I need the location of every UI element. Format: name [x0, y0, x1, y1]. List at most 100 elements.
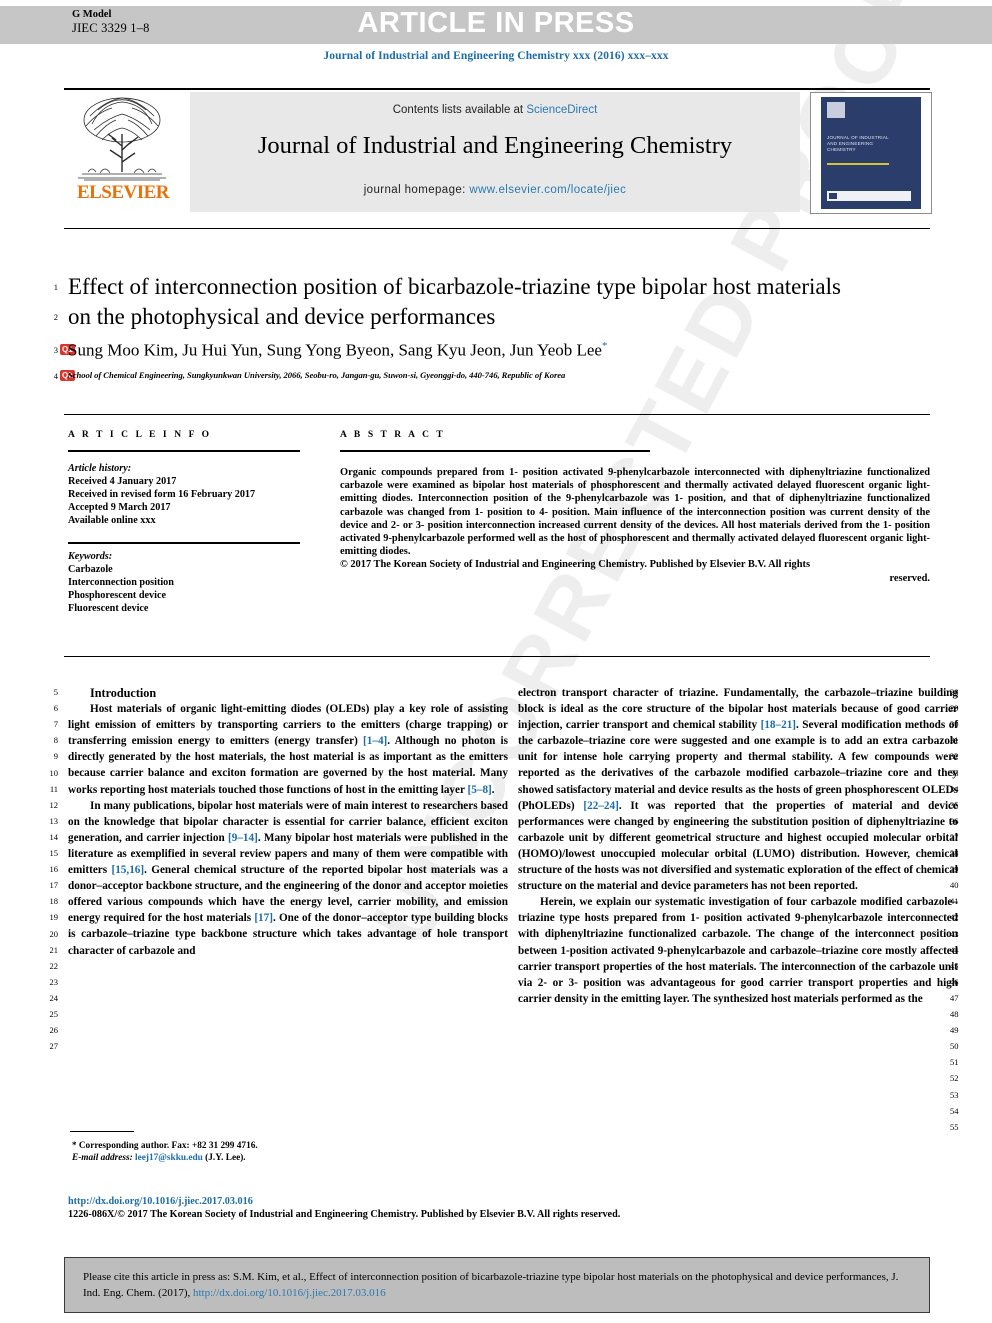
line-number: 36: [950, 815, 959, 826]
citation-ref[interactable]: [18–21]: [761, 719, 796, 731]
line-number: 39: [950, 864, 959, 875]
line-number: 15: [49, 848, 59, 858]
line-number: 35: [950, 799, 959, 810]
cite-doi-link[interactable]: http://dx.doi.org/10.1016/j.jiec.2017.03…: [193, 1287, 386, 1299]
line-number: 11: [49, 783, 58, 794]
elsevier-tree-icon: [78, 97, 166, 181]
line-number: 6: [53, 703, 58, 714]
line-number: 12: [49, 799, 59, 810]
corresponding-author-text: Corresponding author. Fax: +82 31 299 47…: [78, 1141, 258, 1151]
section-heading-introduction: Introduction: [90, 686, 157, 700]
abstract-rule: [340, 450, 650, 452]
line-number: 46: [950, 976, 959, 987]
abstract-heading: A B S T R A C T: [340, 430, 446, 440]
line-number: 29: [950, 703, 959, 714]
elsevier-wordmark: ELSEVIER: [76, 182, 170, 203]
article-history-label: Article history:: [68, 463, 132, 474]
line-number: 27: [49, 1041, 59, 1052]
email-note: E-mail address: leej17@skku.edu (J.Y. Le…: [72, 1152, 502, 1164]
body-column-right: electron transport character of triazine…: [518, 685, 958, 1007]
line-number: 10: [49, 767, 59, 778]
citation-ref[interactable]: [17]: [254, 912, 273, 924]
article-info-heading: A R T I C L E I N F O: [68, 430, 212, 440]
doi-link[interactable]: http://dx.doi.org/10.1016/j.jiec.2017.03…: [68, 1196, 253, 1207]
copyright-reserved: reserved.: [889, 572, 931, 584]
keyword-item: Fluorescent device: [68, 603, 149, 614]
abstract-bottom-rule: [64, 656, 930, 657]
line-number: 2: [53, 312, 58, 322]
cite-text: Please cite this article in press as: S.…: [83, 1269, 911, 1301]
line-number: 3: [53, 345, 58, 355]
line-number: 9: [53, 751, 58, 762]
line-number: 20: [49, 928, 59, 939]
line-number: 21: [49, 944, 59, 955]
line-number: 43: [950, 928, 959, 939]
cover-society-logo: [827, 191, 911, 201]
line-number: 7: [53, 719, 58, 730]
elsevier-logo: ELSEVIER: [64, 92, 182, 212]
citation-ref[interactable]: [5–8]: [468, 784, 492, 796]
line-number: 19: [49, 912, 59, 923]
homepage-url-link[interactable]: www.elsevier.com/locate/jiec: [469, 184, 626, 196]
contents-lists-line: Contents lists available at ScienceDirec…: [190, 104, 800, 116]
history-item: Received in revised form 16 February 201…: [68, 489, 256, 500]
history-item: Available online xxx: [68, 515, 156, 526]
email-owner: (J.Y. Lee).: [205, 1153, 246, 1164]
line-number: 31: [950, 735, 959, 746]
keyword-item: Interconnection position: [68, 577, 174, 588]
email-label: E-mail address:: [72, 1153, 133, 1164]
email-link[interactable]: leej17@skku.edu: [135, 1153, 203, 1163]
masthead-top-rule: [64, 88, 930, 90]
author-list: Sung Moo Kim, Ju Hui Yun, Sung Yong Byeo…: [68, 340, 868, 361]
line-number: 55: [950, 1121, 959, 1132]
footnote-block: * Corresponding author. Fax: +82 31 299 …: [72, 1139, 502, 1164]
corresponding-author-note: * Corresponding author. Fax: +82 31 299 …: [72, 1139, 502, 1152]
line-number: 17: [49, 880, 59, 891]
line-number: 52: [950, 1073, 959, 1084]
abstract-text: Organic compounds prepared from 1- posit…: [340, 467, 930, 558]
line-number: 40: [950, 880, 959, 891]
line-number: 49: [950, 1025, 959, 1036]
citation-ref[interactable]: [9–14]: [228, 832, 258, 844]
article-info-rule: [68, 450, 300, 452]
citation-ref[interactable]: [15,16]: [111, 864, 144, 876]
line-number: 25: [49, 1009, 59, 1019]
abstract-body: Organic compounds prepared from 1- posit…: [340, 466, 930, 585]
paragraph: electron transport character of triazine…: [518, 687, 959, 893]
footnote-rule: [70, 1131, 134, 1133]
line-number: 53: [950, 1089, 959, 1100]
journal-cover-thumbnail: JOURNAL OF INDUSTRIAL AND ENGINEERING CH…: [810, 92, 932, 214]
line-number: 44: [950, 944, 959, 955]
line-number: 24: [49, 992, 59, 1003]
abstract-copyright: © 2017 The Korean Society of Industrial …: [340, 558, 930, 584]
masthead-bottom-rule: [64, 228, 930, 230]
keywords-block: Keywords: Carbazole Interconnection posi…: [68, 550, 318, 615]
line-number: 1: [53, 282, 58, 292]
line-number: 22: [49, 960, 59, 971]
line-number: 5: [53, 687, 58, 697]
line-number: 33: [950, 767, 959, 778]
paragraph: Herein, we explain our systematic invest…: [518, 896, 958, 1005]
cover-emblem-icon: [827, 102, 845, 118]
history-item: Received 4 January 2017: [68, 476, 177, 487]
article-history: Article history: Received 4 January 2017…: [68, 462, 318, 527]
sciencedirect-link[interactable]: ScienceDirect: [526, 104, 597, 116]
citation-ref[interactable]: [1–4]: [363, 735, 387, 747]
line-number: 41: [950, 896, 959, 907]
line-number: 48: [950, 1009, 959, 1019]
citation-ref[interactable]: [22–24]: [583, 800, 618, 812]
article-in-press-text: ARTICLE IN PRESS: [357, 7, 635, 39]
keyword-item: Carbazole: [68, 564, 113, 575]
line-number: 34: [950, 783, 959, 794]
line-number: 50: [950, 1041, 959, 1052]
copyright-text: © 2017 The Korean Society of Industrial …: [340, 559, 811, 571]
line-number: 37: [950, 831, 959, 842]
line-number: 14: [49, 831, 59, 842]
paragraph: Host materials of organic light-emitting…: [68, 703, 508, 796]
line-number: 32: [950, 751, 959, 762]
cite-this-article-box: Please cite this article in press as: S.…: [64, 1257, 930, 1313]
line-number: 4: [53, 371, 58, 381]
abstract-top-rule: [64, 414, 930, 415]
line-number: 16: [49, 864, 59, 875]
corresponding-author-marker: *: [601, 340, 608, 352]
